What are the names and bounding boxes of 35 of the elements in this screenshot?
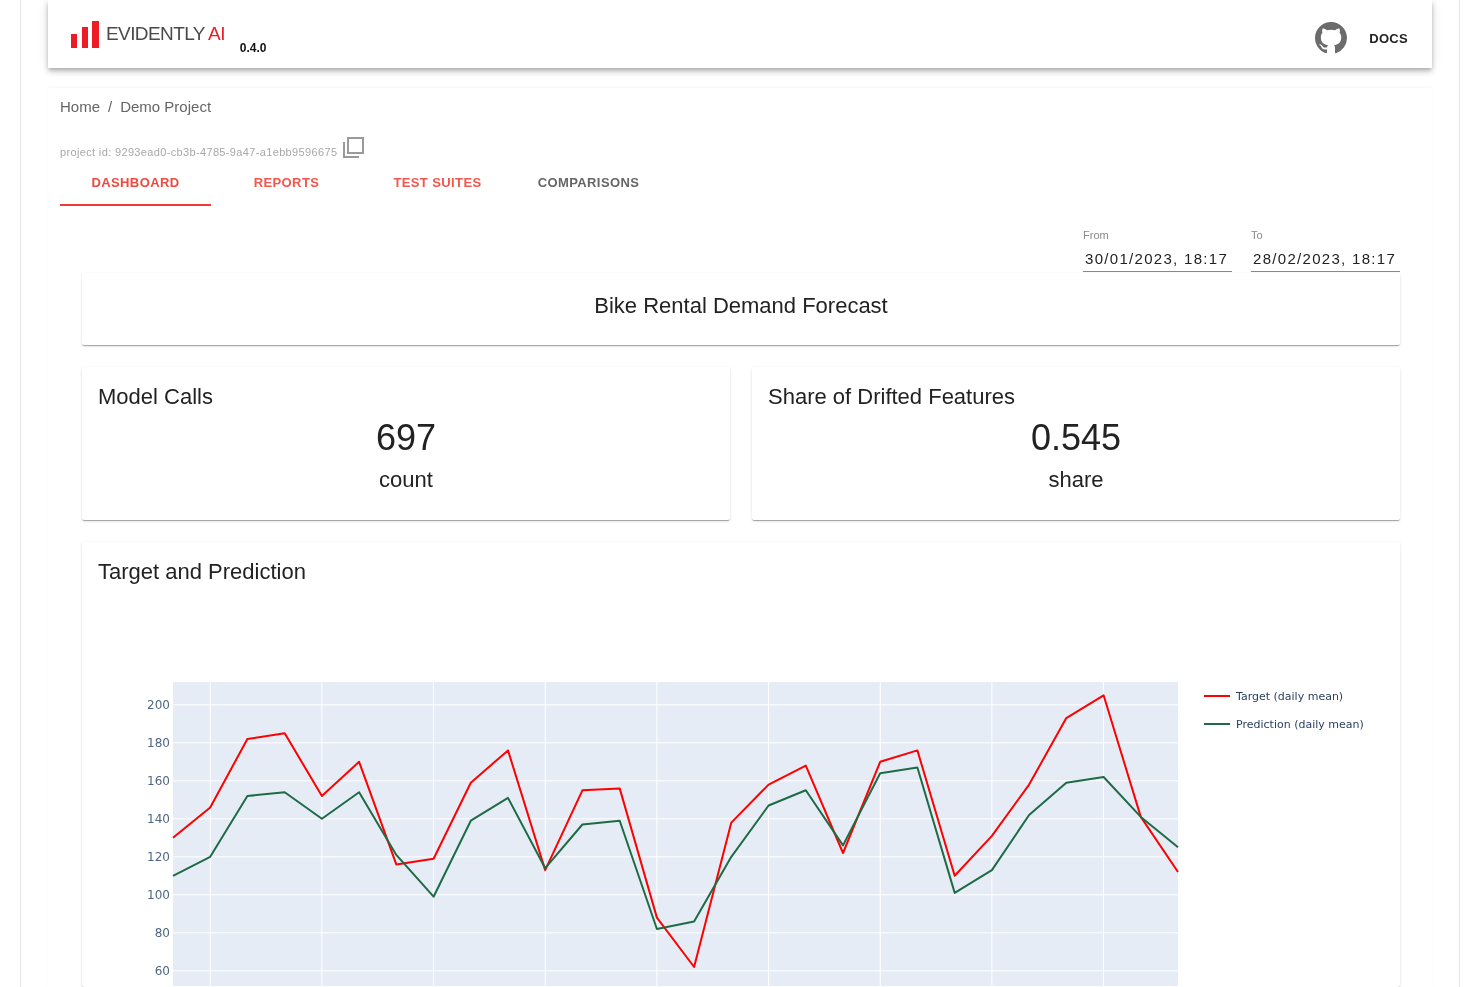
tab[interactable]: DASHBOARD <box>60 160 211 206</box>
breadcrumb-separator: / <box>108 98 113 116</box>
y-tick-label: 80 <box>154 925 170 940</box>
counter-value: 697 <box>374 416 438 460</box>
counter-unit: count <box>378 466 434 494</box>
github-icon[interactable] <box>1315 22 1348 54</box>
field-label: To <box>1251 228 1264 242</box>
tab[interactable]: REPORTS <box>211 160 362 206</box>
panel-title: Model Calls <box>98 383 214 411</box>
panel-title: Target and Prediction <box>97 558 307 586</box>
docs-link[interactable]: DOCS <box>1369 30 1408 46</box>
project-id: project id: 9293ead0-cb3b-4785-9a47-a1ebb9596675 <box>60 145 338 160</box>
counter-value: 0.545 <box>1029 416 1123 460</box>
counter-unit: share <box>1047 466 1105 494</box>
date-field[interactable]: 28/02/2023, 18:17 <box>1251 250 1400 272</box>
y-tick-label: 60 <box>154 963 170 978</box>
y-tick-label: 120 <box>147 849 170 864</box>
breadcrumb-current: Demo Project <box>120 98 212 116</box>
dashboard-title: Bike Rental Demand Forecast <box>594 291 888 320</box>
legend-label: Prediction (daily mean) <box>1236 718 1364 731</box>
copy-icon[interactable] <box>341 136 366 160</box>
y-tick-label: 200 <box>147 697 170 712</box>
version-label: 0.4.0 <box>239 41 267 55</box>
y-tick-label: 100 <box>147 887 170 902</box>
breadcrumb-link[interactable]: Home <box>60 98 100 116</box>
panel-title: Share of Drifted Features <box>768 383 1016 411</box>
y-tick-label: 180 <box>147 735 170 750</box>
field-label: From <box>1083 228 1110 242</box>
tab[interactable]: TEST SUITES <box>362 160 513 206</box>
date-field[interactable]: 30/01/2023, 18:17 <box>1083 250 1232 272</box>
bars-logo-icon <box>71 20 99 48</box>
legend-label: Target (daily mean) <box>1236 690 1344 703</box>
logo-wordmark: EVIDENTLY AI <box>106 23 225 45</box>
y-tick-label: 140 <box>147 811 170 826</box>
y-tick-label: 160 <box>147 773 170 788</box>
